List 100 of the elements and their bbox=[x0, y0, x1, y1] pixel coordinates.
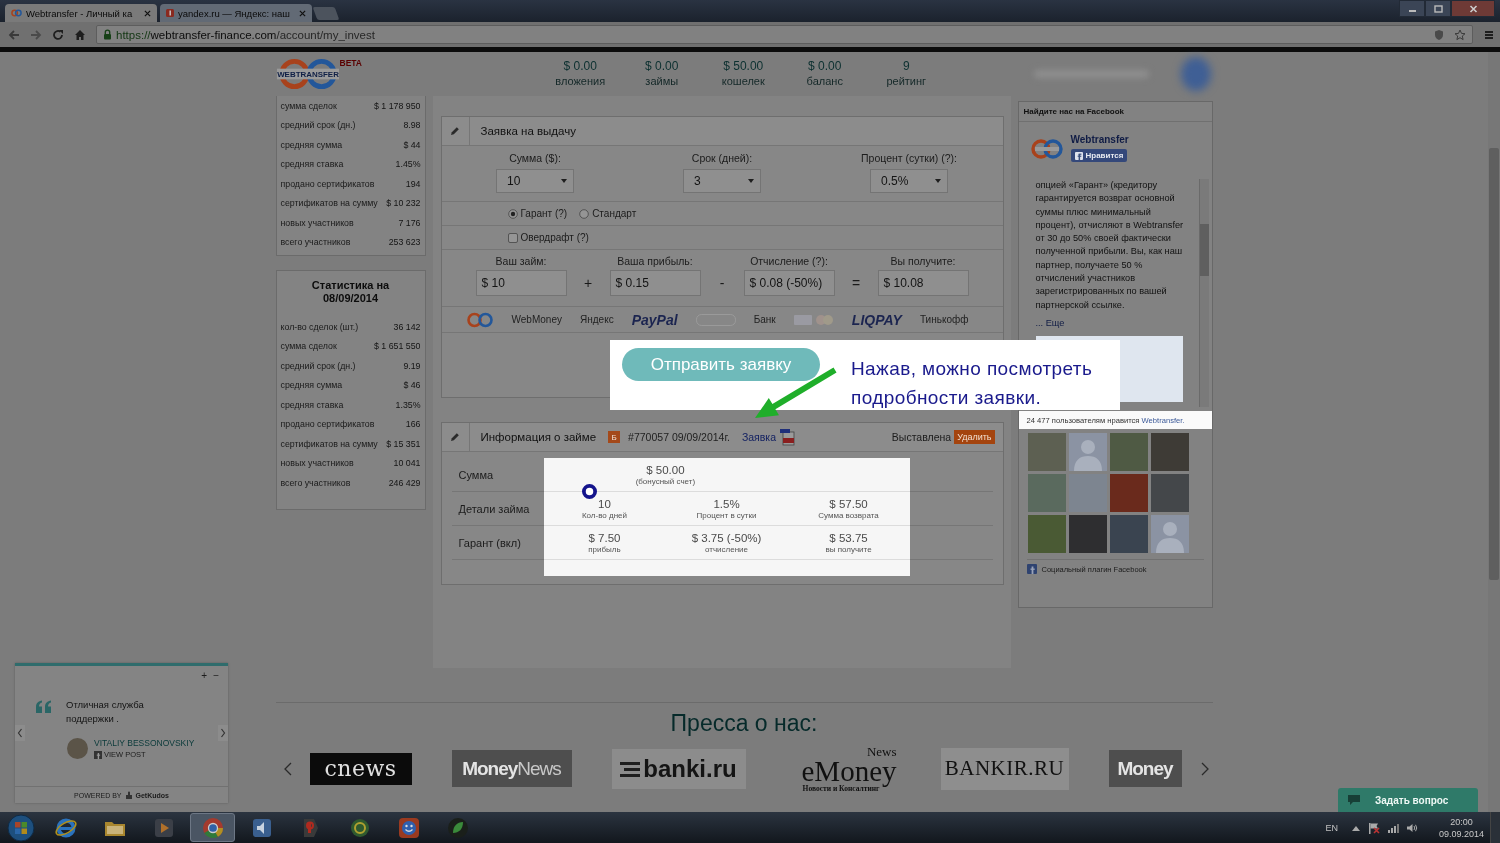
volume-icon[interactable] bbox=[1405, 821, 1418, 834]
like-button[interactable]: Нравится bbox=[1070, 149, 1128, 162]
stat-number: 36 142 bbox=[393, 321, 421, 332]
delete-button[interactable]: Удалить bbox=[954, 430, 995, 444]
clock-time: 20:00 bbox=[1450, 815, 1473, 828]
leaf-icon bbox=[445, 815, 470, 840]
maximize-button[interactable] bbox=[1425, 0, 1451, 17]
press-logo[interactable]: MoneyNews bbox=[451, 750, 572, 787]
detail-caption: Кол-во дней bbox=[581, 510, 628, 520]
page-name[interactable]: Webtransfer bbox=[1070, 134, 1129, 146]
star-icon[interactable] bbox=[1454, 28, 1466, 41]
radio-button[interactable] bbox=[507, 208, 518, 219]
detail-caption: Сумма возврата bbox=[818, 510, 879, 520]
address-field[interactable]: https://webtransfer-finance.com/account/my_invest bbox=[96, 25, 1473, 44]
stat-name: средняя ставка bbox=[280, 159, 344, 170]
stat-label: вложения bbox=[555, 74, 606, 89]
pdf-icon[interactable] bbox=[780, 428, 797, 446]
avatar-photo bbox=[67, 738, 88, 759]
stat-value: $ 0.00 bbox=[808, 59, 842, 74]
stat-name: сумма сделок bbox=[280, 100, 337, 111]
photo-placeholder[interactable] bbox=[1150, 433, 1189, 471]
pencil-icon[interactable] bbox=[450, 126, 460, 136]
back-icon[interactable] bbox=[8, 28, 20, 41]
press-logo[interactable]: BANKIR.RU bbox=[940, 747, 1069, 790]
site-logo[interactable]: WEBTRANSFER bbox=[275, 57, 340, 91]
start-orb-icon[interactable] bbox=[7, 813, 35, 842]
close-window-button[interactable] bbox=[1451, 0, 1495, 17]
f-icon bbox=[94, 750, 102, 759]
shield-icon[interactable] bbox=[1434, 28, 1444, 41]
press-logo[interactable]: cnews bbox=[309, 752, 412, 785]
forward-icon[interactable] bbox=[30, 28, 42, 41]
review-text: Отличная служба поддержки . bbox=[66, 698, 145, 726]
input-field[interactable]: $ 0.15 bbox=[609, 270, 701, 296]
browser-tab[interactable]: Webtransfer - Личный ка bbox=[5, 4, 157, 22]
panel-title: Заявка на выдачу bbox=[480, 125, 576, 137]
input-field[interactable]: $ 10.08 bbox=[877, 270, 969, 296]
stat-value: $ 50.00 bbox=[723, 59, 764, 74]
press-logo[interactable]: banki.ru bbox=[611, 748, 746, 789]
detail-value: $ 3.75 (-50%) bbox=[691, 531, 762, 545]
stat-number: 246 429 bbox=[388, 477, 421, 488]
field-label: Ваш займ: bbox=[495, 255, 547, 267]
photo-placeholder[interactable] bbox=[1109, 433, 1148, 471]
photo-placeholder[interactable] bbox=[1027, 515, 1066, 553]
more-link[interactable]: ... Еще bbox=[1035, 316, 1065, 331]
payment-logo: PayPal bbox=[631, 311, 678, 328]
stat-name: всего участников bbox=[280, 477, 351, 488]
stat-value: $ 0.00 bbox=[563, 59, 597, 74]
page-scrollbar[interactable] bbox=[1488, 52, 1500, 812]
signal-icon[interactable] bbox=[1386, 821, 1399, 834]
detail-caption: отчисление bbox=[705, 544, 748, 554]
widget-control-button[interactable]: − bbox=[213, 672, 219, 680]
stat-name: сертификатов на сумму bbox=[280, 198, 378, 209]
scroll-thumb[interactable] bbox=[1199, 224, 1209, 276]
stat-name: кол-во сделок (шт.) bbox=[280, 321, 359, 332]
photo-placeholder[interactable] bbox=[1109, 474, 1148, 512]
language-indicator[interactable]: EN bbox=[1325, 822, 1338, 833]
menu-icon[interactable] bbox=[1483, 28, 1495, 41]
field-label: Процент (сутки) (?): bbox=[861, 152, 957, 164]
row-label: Детали займа bbox=[458, 502, 530, 515]
scroll-thumb[interactable] bbox=[1489, 148, 1499, 580]
input-field[interactable]: $ 0.08 (-50%) bbox=[743, 270, 835, 296]
blurred-avatar bbox=[1180, 57, 1211, 91]
photo-placeholder[interactable] bbox=[1150, 474, 1189, 512]
photo-placeholder[interactable] bbox=[1109, 515, 1148, 553]
chat-button[interactable]: Задать вопрос bbox=[1338, 788, 1478, 812]
radio-button[interactable] bbox=[579, 208, 590, 219]
select-field[interactable]: 3 bbox=[683, 169, 761, 193]
card-logos-icon bbox=[793, 313, 834, 326]
minimize-button[interactable] bbox=[1399, 0, 1425, 17]
hand-icon bbox=[124, 791, 133, 799]
checkbox[interactable] bbox=[507, 232, 518, 243]
chevron-right-icon[interactable] bbox=[218, 725, 228, 741]
close-icon[interactable] bbox=[144, 9, 151, 17]
maximize-icon bbox=[1433, 4, 1443, 13]
browser-tab[interactable]: yandex.ru — Яндекс: наш bbox=[160, 4, 312, 22]
select-field[interactable]: 10 bbox=[496, 169, 574, 193]
widget-control-button[interactable]: + bbox=[201, 672, 208, 680]
chevron-right-icon[interactable] bbox=[1200, 761, 1209, 776]
flag-icon[interactable] bbox=[1367, 821, 1380, 834]
caret-icon bbox=[935, 179, 941, 183]
chevron-left-icon[interactable] bbox=[15, 725, 25, 741]
reload-icon[interactable] bbox=[52, 28, 64, 41]
press-logo[interactable]: Money bbox=[1108, 750, 1182, 787]
review-author[interactable]: VITALIY BESSONOVSKIY bbox=[94, 738, 195, 748]
request-link[interactable]: Заявка bbox=[741, 431, 777, 443]
tray-arrow-icon[interactable] bbox=[1351, 824, 1360, 831]
post-scrollbar[interactable] bbox=[1198, 179, 1209, 407]
input-field[interactable]: $ 10 bbox=[475, 270, 567, 296]
new-tab-button[interactable] bbox=[312, 7, 340, 20]
panel-title: Информация о займе bbox=[480, 431, 597, 443]
stat-number: $ 46 bbox=[403, 380, 421, 391]
select-field[interactable]: 0.5% bbox=[870, 169, 948, 193]
pencil-icon[interactable] bbox=[450, 432, 460, 442]
logo-text: News bbox=[866, 746, 897, 758]
chevron-left-icon[interactable] bbox=[283, 761, 292, 776]
stat-number: $ 1 178 950 bbox=[374, 100, 421, 111]
stat-number: 8.98 bbox=[403, 120, 421, 131]
photo-placeholder[interactable] bbox=[1068, 515, 1107, 553]
home-icon[interactable] bbox=[74, 28, 86, 41]
close-icon[interactable] bbox=[299, 9, 306, 17]
